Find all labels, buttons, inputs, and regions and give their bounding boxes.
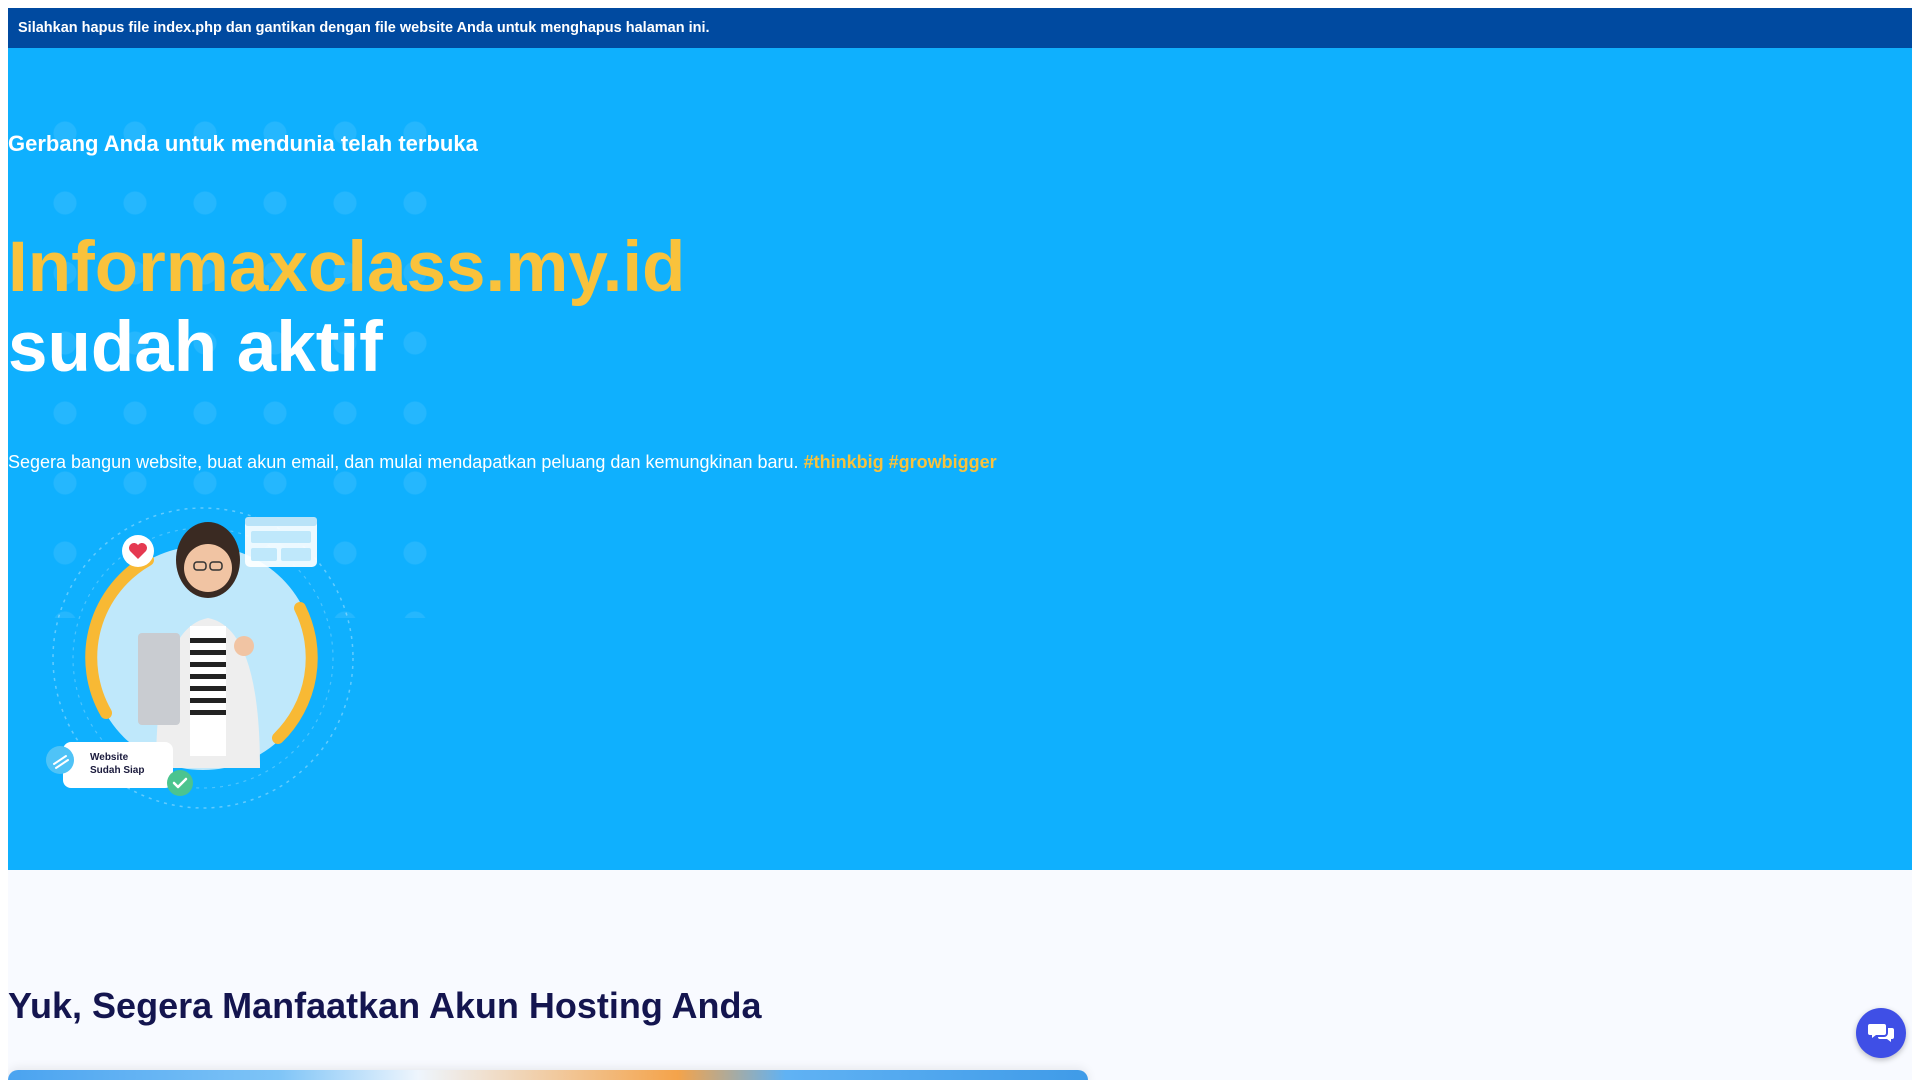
section-title: Yuk, Segera Manfaatkan Akun Hosting Anda	[8, 985, 762, 1026]
website-ready-illustration: Website Sudah Siap	[46, 507, 354, 809]
hero-title: Informaxclass.my.id sudah aktif	[8, 228, 685, 388]
domain-name: Informaxclass.my.id	[8, 228, 686, 307]
page-frame: Silahkan hapus file index.php dan gantik…	[8, 8, 1912, 1080]
feature-card-preview	[8, 1070, 1088, 1080]
checkmark-icon	[167, 770, 193, 796]
notice-text: Silahkan hapus file index.php dan gantik…	[18, 20, 710, 36]
notice-bar: Silahkan hapus file index.php dan gantik…	[8, 8, 1912, 48]
chat-bubbles-icon	[1868, 1024, 1894, 1042]
chat-button[interactable]	[1856, 1008, 1906, 1058]
hero-section: Gerbang Anda untuk mendunia telah terbuk…	[8, 48, 1912, 870]
badge-line-1: Website	[90, 752, 129, 763]
hashtags: #thinkbig #growbigger	[803, 452, 997, 472]
description-text: Segera bangun website, buat akun email, …	[8, 452, 799, 472]
hero-description: Segera bangun website, buat akun email, …	[8, 452, 997, 473]
badge-line-2: Sudah Siap	[90, 765, 144, 776]
active-status: sudah aktif	[8, 308, 383, 387]
hero-subheading: Gerbang Anda untuk mendunia telah terbuk…	[8, 131, 478, 156]
